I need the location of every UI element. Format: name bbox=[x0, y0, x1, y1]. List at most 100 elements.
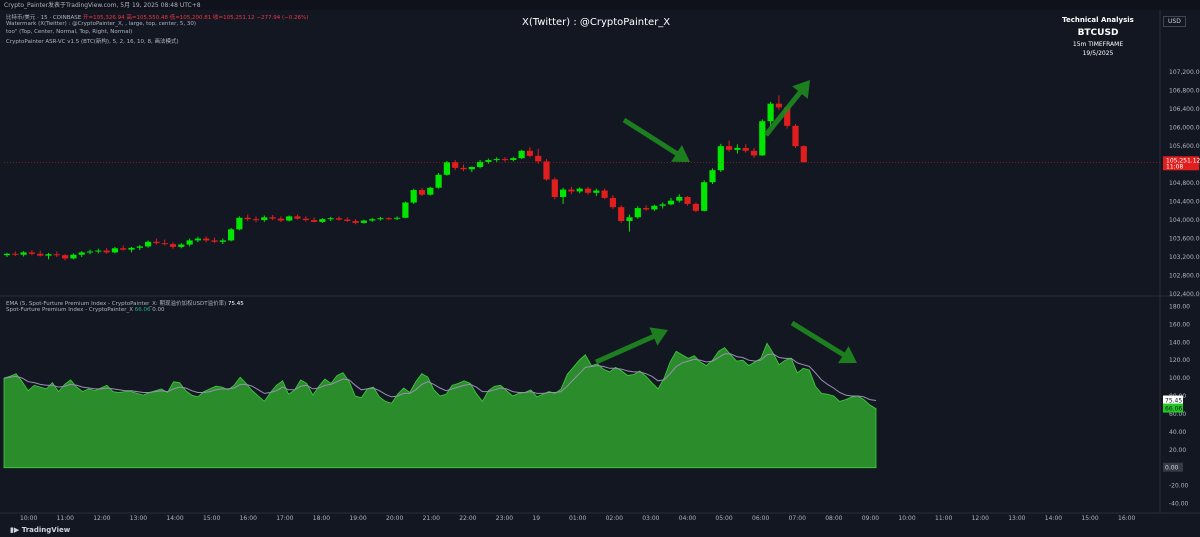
candle-body bbox=[120, 248, 127, 250]
candle-body bbox=[709, 170, 716, 183]
indicator-axis-label: 140.00 bbox=[1169, 339, 1190, 346]
candle-body bbox=[634, 208, 641, 218]
candle-body bbox=[659, 204, 666, 206]
time-axis-label: 10:00 bbox=[898, 515, 915, 522]
time-axis-label: 13:00 bbox=[130, 515, 147, 522]
price-axis-label: 103,600.00 bbox=[1169, 236, 1200, 243]
info-symbol: BTCUSD bbox=[1077, 28, 1119, 38]
price-axis-label: 102,800.00 bbox=[1169, 273, 1200, 280]
info-timeframe: 15m TIMEFRAME bbox=[1072, 41, 1124, 48]
candle-body bbox=[344, 219, 351, 222]
symbol-legend[interactable]: 比特币/美元 · 15 · COINBASE 开=105,326.94 高=10… bbox=[6, 13, 308, 21]
candle-body bbox=[584, 188, 592, 193]
chart-canvas[interactable]: 107,200.00 106,800.00 106,400.00 106,000.00… bbox=[0, 0, 1200, 537]
time-axis-label: 16:00 bbox=[240, 515, 257, 522]
candle-body bbox=[427, 187, 434, 195]
candle-body bbox=[775, 103, 782, 108]
candle-body bbox=[418, 190, 426, 195]
watermark-legend[interactable]: Watermark (X(Twitter) : @CryptoPainter_X… bbox=[6, 21, 196, 27]
price-axis-label: 106,400.00 bbox=[1169, 106, 1200, 113]
candle-body bbox=[153, 241, 160, 244]
candle-body bbox=[734, 148, 741, 150]
candle-body bbox=[410, 190, 417, 203]
price-axis-label: 106,800.00 bbox=[1169, 88, 1200, 95]
candle-body bbox=[211, 240, 218, 242]
time-axis-label: 23:00 bbox=[496, 515, 513, 522]
candle-body bbox=[394, 217, 401, 219]
indicator-axis-label: 20.00 bbox=[1169, 447, 1186, 454]
time-axis-label: 21:00 bbox=[423, 515, 440, 522]
price-axis-label: 106,000.00 bbox=[1169, 125, 1200, 132]
candles-group bbox=[3, 95, 807, 261]
tradingview-logo-icon: ▮▶ bbox=[10, 526, 20, 534]
candle-body bbox=[161, 243, 168, 245]
candle-body bbox=[759, 121, 766, 156]
time-axis-label: 15:00 bbox=[203, 515, 220, 522]
time-axis-label: 01:00 bbox=[569, 515, 586, 522]
price-axis-label: 104,800.00 bbox=[1169, 180, 1200, 187]
candle-body bbox=[128, 247, 135, 250]
candle-body bbox=[800, 146, 807, 163]
asr-vc-legend[interactable]: CryptoPainter ASR-VC v1.5 (BTC(新构), 5, 2… bbox=[6, 37, 179, 45]
info-date: 19/5/2025 bbox=[1082, 50, 1114, 57]
candle-body bbox=[535, 155, 542, 162]
candle-body bbox=[468, 166, 475, 170]
candle-body bbox=[518, 150, 525, 159]
candle-body bbox=[792, 125, 799, 147]
too-legend[interactable]: too" (Top, Center, Normal, Top, Right, N… bbox=[6, 29, 132, 35]
currency-button[interactable]: USD bbox=[1163, 16, 1186, 27]
candle-body bbox=[261, 217, 268, 221]
candle-body bbox=[692, 203, 699, 211]
info-box: Technical Analysis BTCUSD 15m TIMEFRAME … bbox=[1048, 16, 1148, 57]
candle-body bbox=[103, 250, 110, 253]
time-axis-label: 11:00 bbox=[935, 515, 952, 522]
time-axis-label: 22:00 bbox=[459, 515, 476, 522]
time-axis-label: 14:00 bbox=[1045, 515, 1062, 522]
candle-body bbox=[236, 217, 243, 230]
candle-body bbox=[286, 216, 293, 221]
candle-body bbox=[493, 159, 500, 161]
time-axis-label: 11:00 bbox=[57, 515, 74, 522]
indicator-axis-label: -20.00 bbox=[1169, 483, 1189, 490]
candle-body bbox=[86, 251, 94, 253]
time-axis-label: 06:00 bbox=[752, 515, 769, 522]
candle-body bbox=[62, 255, 69, 259]
time-axis-label: 19:00 bbox=[349, 515, 366, 522]
arrow-up-premium bbox=[595, 327, 668, 365]
time-axis-label: 14:00 bbox=[166, 515, 183, 522]
time-axis-label: 12:00 bbox=[972, 515, 989, 522]
price-axis-label: 104,000.00 bbox=[1169, 217, 1200, 224]
candle-body bbox=[70, 254, 77, 259]
candle-body bbox=[352, 221, 359, 223]
price-axis-label: 102,400.00 bbox=[1169, 291, 1200, 298]
premium-legend-value: 66.06 bbox=[134, 307, 151, 313]
tradingview-logo-text: TradingView bbox=[21, 526, 71, 534]
price-tag-countdown: 11:08 bbox=[1166, 163, 1183, 170]
candle-body bbox=[219, 240, 226, 242]
candle-body bbox=[95, 250, 102, 252]
time-axis-label: 13:00 bbox=[1008, 515, 1025, 522]
candle-body bbox=[302, 218, 309, 221]
premium-legend[interactable]: Spot-Furture Premium Index - CryptoPaint… bbox=[6, 307, 165, 313]
candle-body bbox=[385, 218, 392, 220]
premium-legend-zero: 0.00 bbox=[152, 307, 165, 313]
time-axis-label: 07:00 bbox=[789, 515, 806, 522]
candle-body bbox=[269, 217, 276, 219]
premium-tag-value: 66.06 bbox=[1165, 406, 1182, 413]
candle-body bbox=[37, 253, 44, 256]
price-axis-label: 104,400.00 bbox=[1169, 199, 1200, 206]
time-axis-label: 03:00 bbox=[642, 515, 659, 522]
candle-body bbox=[335, 218, 343, 220]
candle-body bbox=[360, 220, 367, 223]
price-axis-label: 107,200.00 bbox=[1169, 69, 1200, 76]
candle-body bbox=[460, 167, 467, 170]
candle-body bbox=[294, 216, 301, 219]
ema-legend[interactable]: EMA (5, Spot-Furture Premium Index - Cry… bbox=[6, 299, 244, 307]
candle-body bbox=[477, 161, 484, 167]
candle-body bbox=[701, 182, 708, 211]
price-axis-label: 105,600.00 bbox=[1169, 143, 1200, 150]
candle-body bbox=[45, 254, 52, 256]
candle-body bbox=[169, 244, 177, 247]
candle-body bbox=[501, 159, 509, 161]
time-axis-label: 19 bbox=[532, 515, 540, 522]
